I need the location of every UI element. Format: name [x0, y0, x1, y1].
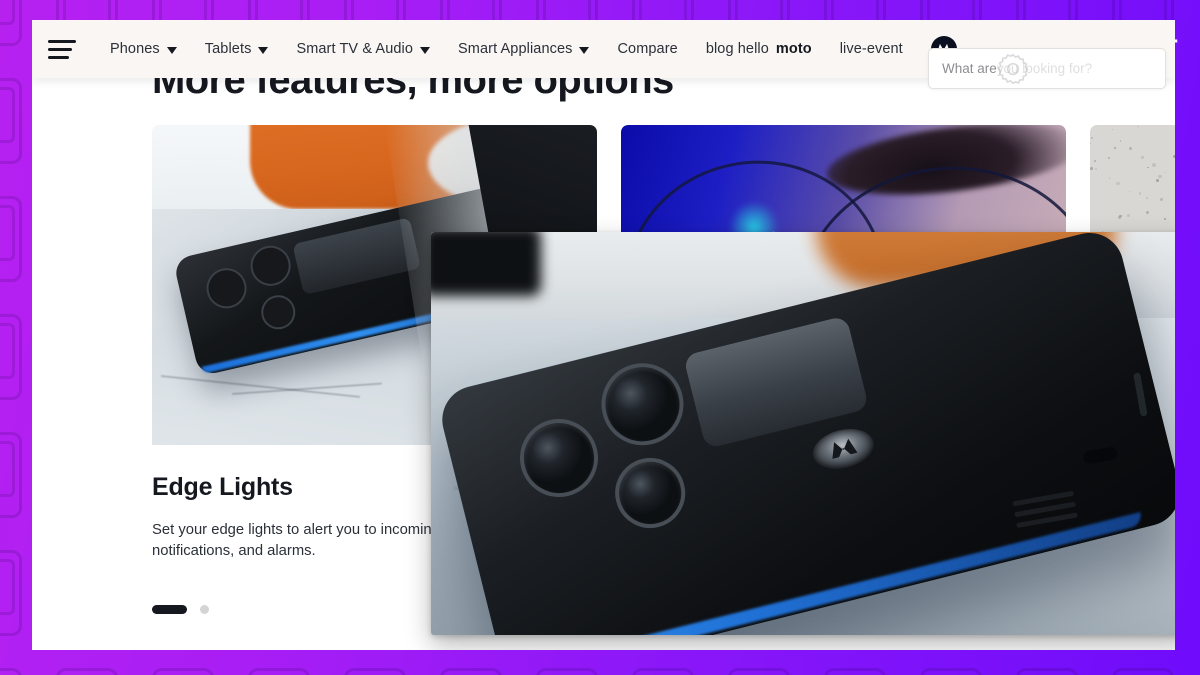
chevron-down-icon [579, 46, 590, 54]
search-container[interactable]: What are you looking for? [928, 48, 1166, 89]
nav-item-blog-hellomoto[interactable]: blog hello moto [692, 20, 826, 78]
nav-item-compare[interactable]: Compare [603, 20, 691, 78]
nav-item-label: blog hello [705, 41, 769, 57]
motorola-batwing-logo-on-device [808, 423, 878, 475]
magnified-preview-overlay[interactable] [431, 232, 1175, 635]
search-placeholder-head: What are [942, 61, 997, 76]
nav-item-tablets[interactable]: Tablets [191, 20, 283, 78]
nav-item-label: Phones [110, 41, 160, 57]
nav-item-label: Smart TV & Audio [296, 41, 414, 57]
nav-item-label: Compare [617, 41, 678, 57]
nav-item-smart-tv-audio[interactable]: Smart TV & Audio [282, 20, 444, 78]
search-input[interactable]: What are you looking for? [928, 48, 1166, 89]
chevron-down-icon [166, 46, 177, 54]
carousel-dot-inactive[interactable] [200, 605, 209, 614]
chevron-down-icon [420, 46, 431, 54]
nav-item-label: live-event [839, 41, 903, 57]
nav-item-label: Tablets [204, 41, 252, 57]
nav-items: Phones Tablets Smart TV & Audio Smart Ap… [96, 20, 957, 78]
nav-item-label: Smart Appliances [458, 41, 573, 57]
hamburger-menu-icon[interactable] [48, 38, 78, 60]
site-navigation-bar: Phones Tablets Smart TV & Audio Smart Ap… [32, 20, 1175, 89]
carousel-dot-active[interactable] [152, 605, 187, 614]
webpage-viewport: More features, more options Edge Lights … [32, 20, 1175, 650]
nav-item-live-event[interactable]: live-event [826, 20, 917, 78]
nav-item-phones[interactable]: Phones [96, 20, 191, 78]
gear-spinner-icon [997, 53, 1029, 84]
nav-item-label-bold: moto [775, 41, 812, 57]
nav-item-smart-appliances[interactable]: Smart Appliances [444, 20, 603, 78]
chevron-down-icon [258, 46, 269, 54]
carousel-pagination[interactable] [152, 605, 209, 614]
